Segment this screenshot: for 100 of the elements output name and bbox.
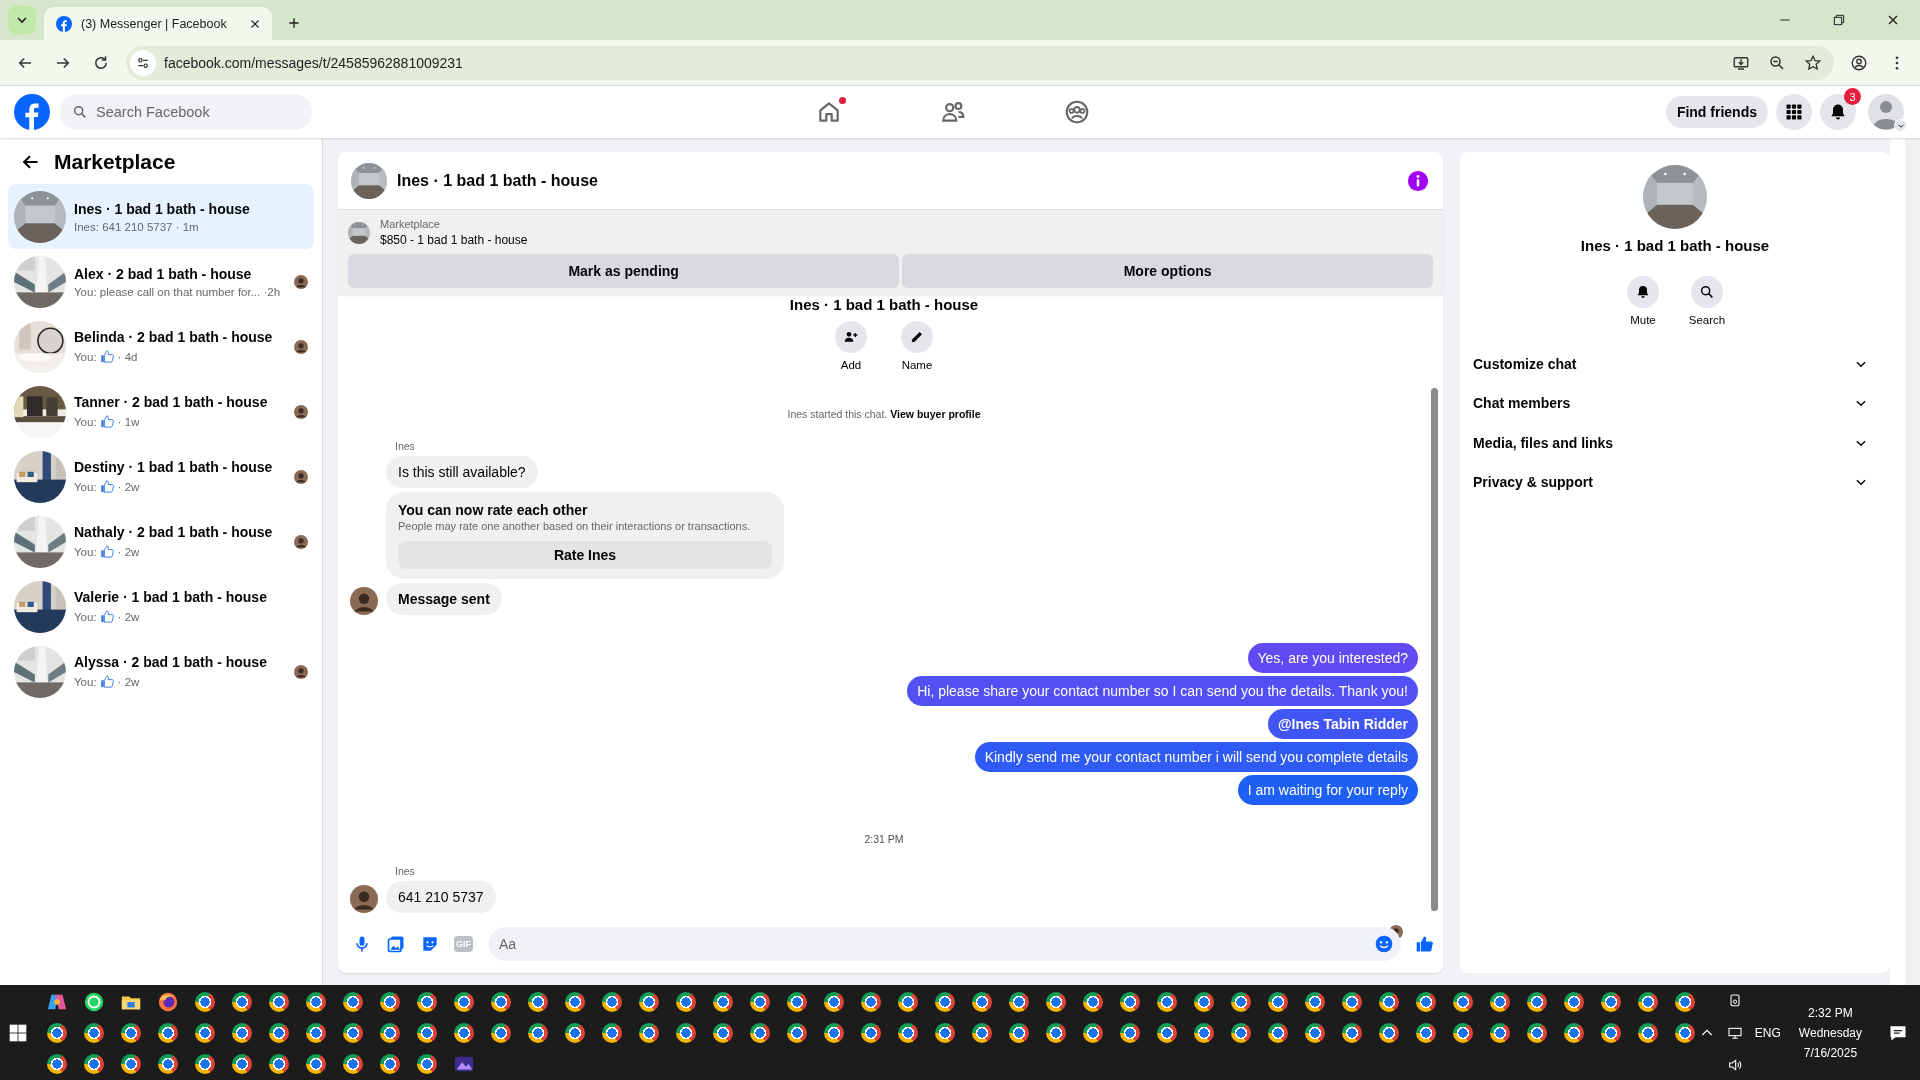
browser-icon[interactable] [1009, 1022, 1029, 1043]
browser-icon[interactable] [1120, 1022, 1140, 1043]
browser-icon[interactable] [639, 1022, 659, 1043]
notifications-button[interactable] [1820, 94, 1856, 130]
browser-icon[interactable] [861, 991, 881, 1012]
fox-browser-icon[interactable] [157, 990, 179, 1013]
browser-icon[interactable] [343, 991, 363, 1012]
scrollbar[interactable] [1905, 138, 1920, 985]
browser-tab[interactable]: (3) Messenger | Facebook [44, 7, 272, 40]
browser-icon[interactable] [1638, 991, 1658, 1012]
browser-icon[interactable] [306, 1022, 326, 1043]
listing-button[interactable]: Mark as pending [348, 254, 900, 288]
browser-icon[interactable] [935, 991, 955, 1012]
browser-icon[interactable] [1305, 1022, 1325, 1043]
gallery-icon[interactable] [386, 934, 406, 954]
browser-icon[interactable] [232, 1053, 252, 1074]
browser-icon[interactable] [1231, 991, 1251, 1012]
browser-icon[interactable] [491, 1022, 511, 1043]
browser-icon[interactable] [1231, 1022, 1251, 1043]
section-header[interactable]: Chat members [1472, 383, 1878, 423]
browser-icon[interactable] [1416, 991, 1436, 1012]
browser-icon[interactable] [47, 1022, 67, 1043]
browser-icon[interactable] [380, 1022, 400, 1043]
search-field[interactable]: Search Facebook [60, 94, 312, 130]
browser-icon[interactable] [84, 1053, 104, 1074]
browser-icon[interactable] [639, 991, 659, 1012]
browser-icon[interactable] [713, 991, 733, 1012]
browser-icon[interactable] [1379, 1022, 1399, 1043]
restore-icon[interactable] [1831, 12, 1847, 28]
section-header[interactable]: Privacy & support [1472, 462, 1878, 502]
buyer-profile-link[interactable]: View buyer profile [890, 408, 981, 420]
browser-icon[interactable] [1675, 991, 1695, 1012]
browser-icon[interactable] [1046, 1022, 1066, 1043]
browser-icon[interactable] [602, 1022, 622, 1043]
browser-icon[interactable] [824, 991, 844, 1012]
section-header[interactable]: Media, files and links [1472, 423, 1878, 463]
browser-icon[interactable] [1194, 991, 1214, 1012]
browser-icon[interactable] [1046, 991, 1066, 1012]
browser-icon[interactable] [861, 1022, 881, 1043]
browser-icon[interactable] [306, 991, 326, 1012]
browser-icon[interactable] [343, 1022, 363, 1043]
browser-icon[interactable] [1120, 991, 1140, 1012]
section-header[interactable]: Customize chat [1472, 344, 1878, 384]
browser-icon[interactable] [1305, 991, 1325, 1012]
browser-icon[interactable] [1083, 1022, 1103, 1043]
browser-icon[interactable] [1416, 1022, 1436, 1043]
browser-icon[interactable] [935, 1022, 955, 1043]
browser-icon[interactable] [454, 991, 474, 1012]
browser-icon[interactable] [1157, 991, 1177, 1012]
browser-icon[interactable] [750, 991, 770, 1012]
browser-icon[interactable] [269, 1053, 289, 1074]
browser-icon[interactable] [565, 991, 585, 1012]
browser-icon[interactable] [195, 1022, 215, 1043]
chat-app-icon[interactable] [83, 990, 105, 1013]
browser-icon[interactable] [1342, 991, 1362, 1012]
browser-icon[interactable] [121, 1053, 141, 1074]
browser-icon[interactable] [1527, 1022, 1547, 1043]
browser-icon[interactable] [1379, 991, 1399, 1012]
browser-icon[interactable] [158, 1022, 178, 1043]
browser-icon[interactable] [565, 1022, 585, 1043]
browser-icon[interactable] [380, 991, 400, 1012]
browser-icon[interactable] [1342, 1022, 1362, 1043]
browser-icon[interactable] [713, 1022, 733, 1043]
site-settings-button[interactable] [130, 49, 156, 76]
browser-icon[interactable] [972, 1022, 992, 1043]
tab-list-button[interactable] [8, 6, 36, 34]
browser-icon[interactable] [1453, 1022, 1473, 1043]
windows-start-icon[interactable] [8, 1022, 28, 1043]
browser-icon[interactable] [1453, 991, 1473, 1012]
browser-icon[interactable] [47, 1053, 67, 1074]
star-icon[interactable] [1804, 53, 1822, 72]
browser-icon[interactable] [528, 1022, 548, 1043]
browser-icon[interactable] [1194, 1022, 1214, 1043]
browser-icon[interactable] [1268, 1022, 1288, 1043]
find-friends-button[interactable]: Find friends [1665, 96, 1768, 128]
browser-icon[interactable] [195, 1053, 215, 1074]
browser-icon[interactable] [121, 1022, 141, 1043]
reload-icon[interactable] [92, 53, 110, 72]
browser-icon[interactable] [602, 991, 622, 1012]
browser-icon[interactable] [1601, 1022, 1621, 1043]
conversation-item[interactable]: Ines · 1 bad 1 bath - house Ines: 641 210 5737 · 1m [8, 184, 314, 249]
conversation-item[interactable]: Tanner · 2 bad 1 bath - house You: · 1w [8, 379, 314, 444]
browser-icon[interactable] [306, 1053, 326, 1074]
browser-icon[interactable] [898, 1022, 918, 1043]
browser-icon[interactable] [1157, 1022, 1177, 1043]
browser-icon[interactable] [676, 1022, 696, 1043]
profile-button[interactable] [1868, 94, 1904, 130]
conversation-item[interactable]: Alex · 2 bad 1 bath - house You: please call on that number for... ·2h [8, 249, 314, 314]
browser-icon[interactable] [1638, 1022, 1658, 1043]
browser-icon[interactable] [1009, 991, 1029, 1012]
facebook-logo-icon[interactable] [14, 94, 50, 130]
browser-icon[interactable] [824, 1022, 844, 1043]
browser-icon[interactable] [787, 1022, 807, 1043]
browser-icon[interactable] [750, 1022, 770, 1043]
browser-icon[interactable] [232, 991, 252, 1012]
emoji-icon[interactable] [1374, 934, 1394, 954]
browser-icon[interactable] [417, 1053, 437, 1074]
browser-icon[interactable] [195, 991, 215, 1012]
browser-icon[interactable] [1564, 991, 1584, 1012]
search-button[interactable] [1691, 276, 1723, 308]
